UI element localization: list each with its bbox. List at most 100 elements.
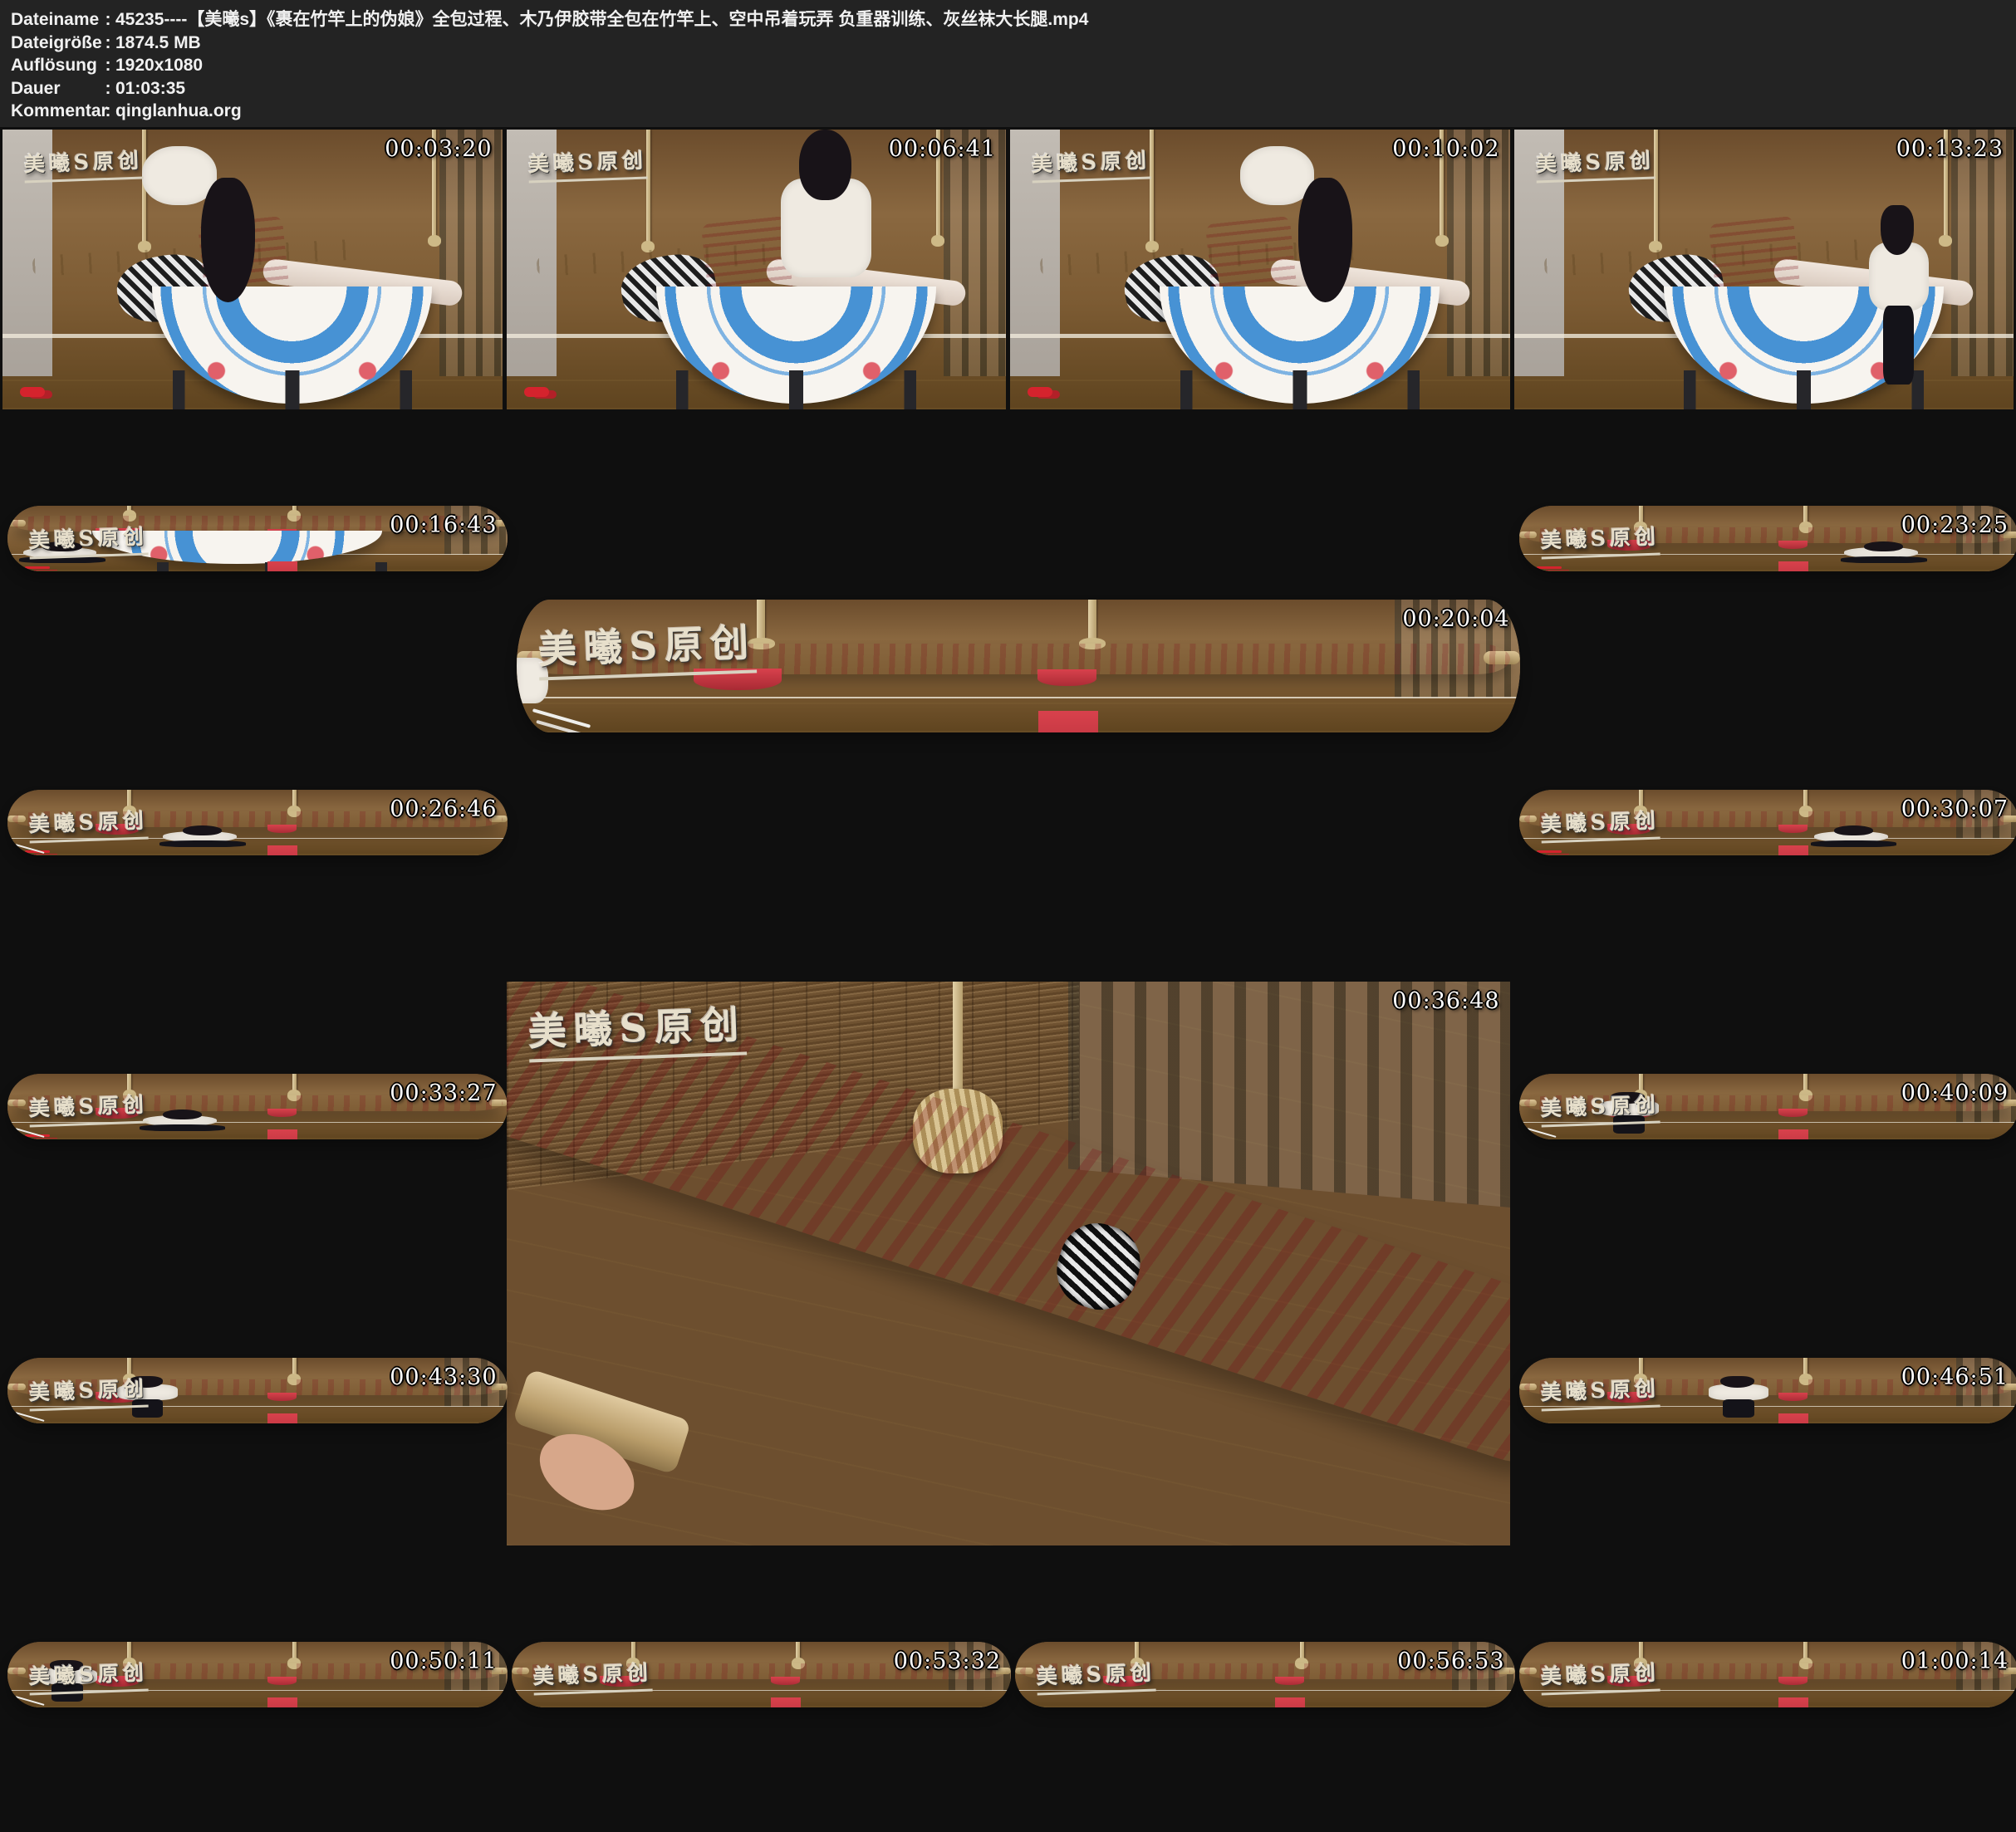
timestamp-badge: 00:36:48 <box>1392 988 1499 1014</box>
watermark: 美曦S原创 <box>1540 805 1660 844</box>
metadata-separator: : <box>101 32 115 55</box>
suspension-rope <box>1803 790 1808 812</box>
red-floor-prop <box>524 387 549 397</box>
watermark: 美曦S原创 <box>532 1657 652 1696</box>
video-thumbnail[interactable]: 美曦S原创 00:33:27 <box>7 1074 508 1139</box>
timestamp-badge: 00:16:43 <box>390 512 497 538</box>
red-floor-prop <box>1537 850 1562 853</box>
video-thumbnail[interactable]: 美曦S原创 00:16:43 <box>7 506 508 571</box>
dark-hair <box>183 825 223 835</box>
timestamp-badge: 00:26:46 <box>390 796 497 822</box>
video-thumbnail[interactable]: 美曦S原创 00:26:46 <box>7 790 508 855</box>
timestamp-badge: 00:30:07 <box>1901 796 2009 822</box>
black-tights-legs <box>140 1124 226 1131</box>
watermark: 美曦S原创 <box>1031 145 1150 184</box>
suspension-rope <box>292 506 297 517</box>
suspension-rope <box>292 1642 297 1664</box>
red-floor-prop <box>1028 387 1052 397</box>
video-thumbnail[interactable]: 美曦S原创00:23:25 <box>1519 506 2016 571</box>
person-figure <box>137 1109 227 1131</box>
person-figure <box>157 825 247 847</box>
suspension-rope <box>1150 130 1154 247</box>
person-figure <box>1709 1376 1768 1418</box>
watermark: 美曦S原创 <box>1535 145 1655 184</box>
metadata-separator: : <box>101 54 115 77</box>
suspension-rope <box>1803 1358 1808 1380</box>
metadata-separator: : <box>101 77 115 100</box>
dark-hair <box>1298 178 1352 302</box>
video-thumbnail[interactable]: 美曦S原创 00:30:07 <box>1519 790 2016 855</box>
watermark: 美曦S原创 <box>537 613 757 681</box>
suspension-rope <box>646 130 650 247</box>
timestamp-badge: 00:53:32 <box>894 1648 1001 1674</box>
curtain <box>439 130 502 376</box>
metadata-separator: : <box>101 8 115 32</box>
person-figure <box>1240 146 1360 320</box>
video-thumbnail[interactable]: 美曦S原创 00:53:32 <box>512 1642 1012 1707</box>
suspension-rope <box>292 1358 297 1380</box>
black-tights-legs <box>159 840 246 847</box>
watermark: 美曦S原创 <box>23 145 143 184</box>
timestamp-badge: 00:10:02 <box>1392 136 1499 162</box>
metadata-label: Dauer <box>11 77 101 100</box>
timestamp-badge: 00:40:09 <box>1901 1080 2009 1106</box>
person-figure <box>1869 205 1929 385</box>
thumbnail-grid: 美曦S原创00:03:20美曦S原创00:06:41美曦S原创00:10:02美… <box>0 127 2016 1832</box>
metadata-value-duration: 01:03:35 <box>115 77 2016 100</box>
metadata-value-filesize: 1874.5 MB <box>115 32 2016 55</box>
suspension-rope <box>1803 1642 1808 1664</box>
metadata-label: Dateigröße <box>11 32 101 55</box>
timestamp-badge: 00:33:27 <box>390 1080 497 1106</box>
video-thumbnail[interactable]: 美曦S原创 00:13:23 <box>1514 130 2014 409</box>
watermark: 美曦S原创 <box>527 994 747 1062</box>
person-figure <box>781 130 871 283</box>
dark-hair <box>1864 541 1904 551</box>
metadata-row: Dateiname : 45235----【美曦s】《裹在竹竿上的伪娘》全包过程… <box>11 8 2016 32</box>
red-floor-prop <box>20 387 45 397</box>
timestamp-badge: 00:20:04 <box>1402 606 1509 632</box>
watermark: 美曦S原创 <box>28 1373 148 1412</box>
dark-hair <box>1834 825 1874 835</box>
stand-legs <box>676 370 916 409</box>
video-thumbnail[interactable]: 美曦S原创 00:03:20 <box>2 130 503 409</box>
video-thumbnail[interactable]: 美曦S原创00:46:51 <box>1519 1358 2016 1423</box>
watermark: 美曦S原创 <box>28 521 148 560</box>
metadata-label: Kommentar <box>11 100 101 123</box>
video-thumbnail[interactable]: 美曦S原创00:43:30 <box>7 1358 508 1423</box>
suspension-rope <box>1088 600 1096 644</box>
video-thumbnail[interactable]: 美曦S原创00:06:41 <box>507 130 1007 409</box>
watermark: 美曦S原创 <box>1540 1089 1660 1128</box>
watermark: 美曦S原创 <box>1036 1657 1155 1696</box>
metadata-label: Auflösung <box>11 54 101 77</box>
curtain <box>1951 130 2014 376</box>
stand-legs <box>157 562 387 572</box>
timestamp-badge: 00:13:23 <box>1896 136 2004 162</box>
metadata-separator: : <box>101 100 115 123</box>
video-thumbnail[interactable]: 美曦S原创 00:56:53 <box>1015 1642 1515 1707</box>
black-tights-legs <box>1811 840 1897 847</box>
video-thumbnail[interactable]: 美曦S原创 00:40:09 <box>1519 1074 2016 1139</box>
metadata-row: Dateigröße : 1874.5 MB <box>11 32 2016 55</box>
metadata-value-resolution: 1920x1080 <box>115 54 2016 77</box>
dark-hair <box>799 130 851 200</box>
suspension-rope <box>292 790 297 812</box>
watermark: 美曦S原创 <box>28 1089 148 1128</box>
timestamp-badge: 00:03:20 <box>385 136 492 162</box>
video-thumbnail[interactable]: 美曦S原创 00:36:48 <box>507 982 1510 1545</box>
dark-hair <box>201 178 255 302</box>
suspension-rope <box>1300 1642 1304 1664</box>
timestamp-badge: 00:23:25 <box>1901 512 2009 538</box>
black-tights-legs <box>1723 1399 1754 1418</box>
video-thumbnail[interactable]: 美曦S原创01:00:14 <box>1519 1642 2016 1707</box>
dark-hair <box>1720 1376 1754 1388</box>
red-floor-prop <box>25 566 50 569</box>
video-thumbnail[interactable]: 美曦S原创 00:10:02 <box>1010 130 1510 409</box>
curtain <box>1447 130 1509 376</box>
watermark: 美曦S原创 <box>28 805 148 844</box>
video-thumbnail[interactable]: 美曦S原创 00:20:04 <box>517 600 1520 732</box>
stand-legs <box>173 370 413 409</box>
watermark: 美曦S原创 <box>28 1657 148 1696</box>
watermark: 美曦S原创 <box>1540 1657 1660 1696</box>
timestamp-badge: 00:56:53 <box>1397 1648 1504 1674</box>
video-thumbnail[interactable]: 美曦S原创00:50:11 <box>7 1642 508 1707</box>
